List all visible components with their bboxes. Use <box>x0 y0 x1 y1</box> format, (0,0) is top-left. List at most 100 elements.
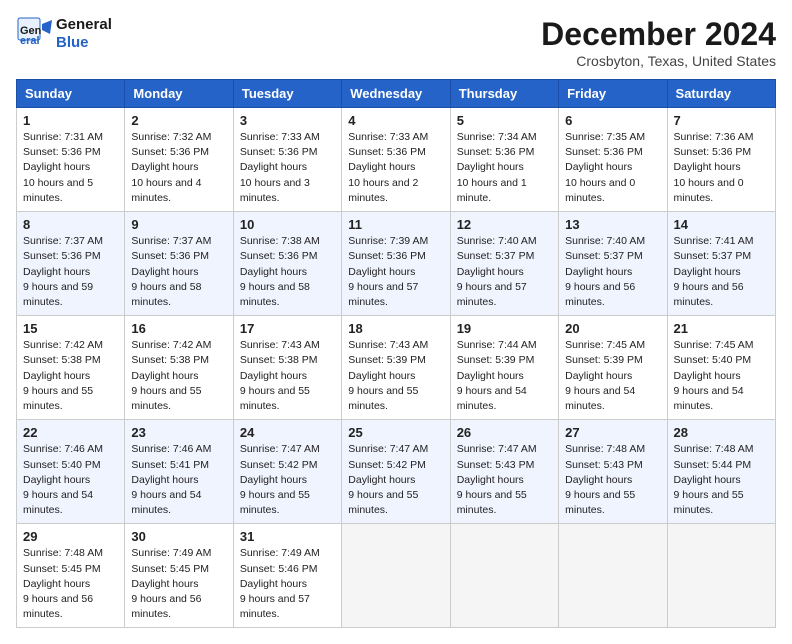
day-info: Sunrise: 7:33 AMSunset: 5:36 PMDaylight … <box>348 130 443 206</box>
day-info: Sunrise: 7:35 AMSunset: 5:36 PMDaylight … <box>565 130 660 206</box>
calendar-cell: 26 Sunrise: 7:47 AMSunset: 5:43 PMDayligh… <box>450 420 558 524</box>
calendar-cell: 14 Sunrise: 7:41 AMSunset: 5:37 PMDayligh… <box>667 212 775 316</box>
day-number: 9 <box>131 217 226 232</box>
calendar-week-row: 15Sunrise: 7:42 AMSunset: 5:38 PMDayligh… <box>17 316 776 420</box>
calendar-cell: 23 Sunrise: 7:46 AMSunset: 5:41 PMDayligh… <box>125 420 233 524</box>
month-title: December 2024 <box>541 16 776 53</box>
calendar-cell: 20Sunrise: 7:45 AMSunset: 5:39 PMDayligh… <box>559 316 667 420</box>
calendar-cell: 7 Sunrise: 7:36 AMSunset: 5:36 PMDaylight… <box>667 108 775 212</box>
day-number: 31 <box>240 529 335 544</box>
day-info: Sunrise: 7:44 AMSunset: 5:39 PMDaylight … <box>457 338 552 414</box>
day-number: 30 <box>131 529 226 544</box>
column-header-wednesday: Wednesday <box>342 80 450 108</box>
day-number: 8 <box>23 217 118 232</box>
calendar-cell: 4 Sunrise: 7:33 AMSunset: 5:36 PMDaylight… <box>342 108 450 212</box>
calendar-cell: 5 Sunrise: 7:34 AMSunset: 5:36 PMDaylight… <box>450 108 558 212</box>
calendar-cell: 29Sunrise: 7:48 AMSunset: 5:45 PMDayligh… <box>17 524 125 628</box>
day-number: 28 <box>674 425 769 440</box>
page-header: Gen eral General Blue December 2024 Cros… <box>16 16 776 69</box>
day-info: Sunrise: 7:36 AMSunset: 5:36 PMDaylight … <box>674 130 769 206</box>
day-number: 5 <box>457 113 552 128</box>
day-info: Sunrise: 7:43 AMSunset: 5:39 PMDaylight … <box>348 338 443 414</box>
day-info: Sunrise: 7:48 AMSunset: 5:44 PMDaylight … <box>674 442 769 518</box>
day-info: Sunrise: 7:42 AMSunset: 5:38 PMDaylight … <box>23 338 118 414</box>
day-info: Sunrise: 7:48 AMSunset: 5:45 PMDaylight … <box>23 546 118 622</box>
day-number: 12 <box>457 217 552 232</box>
calendar-cell: 25 Sunrise: 7:47 AMSunset: 5:42 PMDayligh… <box>342 420 450 524</box>
calendar-cell: 12Sunrise: 7:40 AMSunset: 5:37 PMDayligh… <box>450 212 558 316</box>
calendar-week-row: 1Sunrise: 7:31 AMSunset: 5:36 PMDaylight… <box>17 108 776 212</box>
calendar-table: SundayMondayTuesdayWednesdayThursdayFrid… <box>16 79 776 628</box>
calendar-cell: 2Sunrise: 7:32 AMSunset: 5:36 PMDaylight… <box>125 108 233 212</box>
day-info: Sunrise: 7:46 AMSunset: 5:40 PMDaylight … <box>23 442 118 518</box>
logo-blue: Blue <box>56 34 89 51</box>
day-number: 18 <box>348 321 443 336</box>
day-info: Sunrise: 7:46 AMSunset: 5:41 PMDaylight … <box>131 442 226 518</box>
column-header-sunday: Sunday <box>17 80 125 108</box>
calendar-cell: 13Sunrise: 7:40 AMSunset: 5:37 PMDayligh… <box>559 212 667 316</box>
calendar-cell <box>450 524 558 628</box>
calendar-cell: 6 Sunrise: 7:35 AMSunset: 5:36 PMDaylight… <box>559 108 667 212</box>
calendar-cell: 31Sunrise: 7:49 AMSunset: 5:46 PMDayligh… <box>233 524 341 628</box>
column-header-thursday: Thursday <box>450 80 558 108</box>
day-info: Sunrise: 7:42 AMSunset: 5:38 PMDaylight … <box>131 338 226 414</box>
calendar-cell: 27 Sunrise: 7:48 AMSunset: 5:43 PMDayligh… <box>559 420 667 524</box>
calendar-cell: 24 Sunrise: 7:47 AMSunset: 5:42 PMDayligh… <box>233 420 341 524</box>
calendar-cell <box>342 524 450 628</box>
day-info: Sunrise: 7:38 AMSunset: 5:36 PMDaylight … <box>240 234 335 310</box>
calendar-cell <box>667 524 775 628</box>
calendar-cell: 8 Sunrise: 7:37 AMSunset: 5:36 PMDaylight… <box>17 212 125 316</box>
day-number: 27 <box>565 425 660 440</box>
day-info: Sunrise: 7:32 AMSunset: 5:36 PMDaylight … <box>131 130 226 206</box>
column-header-monday: Monday <box>125 80 233 108</box>
day-info: Sunrise: 7:31 AMSunset: 5:36 PMDaylight … <box>23 130 118 206</box>
day-number: 7 <box>674 113 769 128</box>
day-number: 3 <box>240 113 335 128</box>
location: Crosbyton, Texas, United States <box>541 53 776 69</box>
day-number: 17 <box>240 321 335 336</box>
day-info: Sunrise: 7:37 AMSunset: 5:36 PMDaylight … <box>23 234 118 310</box>
title-block: December 2024 Crosbyton, Texas, United S… <box>541 16 776 69</box>
day-info: Sunrise: 7:34 AMSunset: 5:36 PMDaylight … <box>457 130 552 206</box>
day-number: 26 <box>457 425 552 440</box>
calendar-cell: 9 Sunrise: 7:37 AMSunset: 5:36 PMDaylight… <box>125 212 233 316</box>
calendar-week-row: 8 Sunrise: 7:37 AMSunset: 5:36 PMDaylight… <box>17 212 776 316</box>
day-info: Sunrise: 7:37 AMSunset: 5:36 PMDaylight … <box>131 234 226 310</box>
day-info: Sunrise: 7:33 AMSunset: 5:36 PMDaylight … <box>240 130 335 206</box>
day-info: Sunrise: 7:47 AMSunset: 5:42 PMDaylight … <box>348 442 443 518</box>
day-number: 16 <box>131 321 226 336</box>
calendar-cell: 1Sunrise: 7:31 AMSunset: 5:36 PMDaylight… <box>17 108 125 212</box>
calendar-cell: 28 Sunrise: 7:48 AMSunset: 5:44 PMDayligh… <box>667 420 775 524</box>
calendar-week-row: 29Sunrise: 7:48 AMSunset: 5:45 PMDayligh… <box>17 524 776 628</box>
svg-text:eral: eral <box>20 35 40 47</box>
calendar-cell: 19 Sunrise: 7:44 AMSunset: 5:39 PMDayligh… <box>450 316 558 420</box>
day-number: 19 <box>457 321 552 336</box>
day-number: 23 <box>131 425 226 440</box>
day-number: 14 <box>674 217 769 232</box>
calendar-cell: 10 Sunrise: 7:38 AMSunset: 5:36 PMDayligh… <box>233 212 341 316</box>
day-info: Sunrise: 7:48 AMSunset: 5:43 PMDaylight … <box>565 442 660 518</box>
calendar-cell: 22Sunrise: 7:46 AMSunset: 5:40 PMDayligh… <box>17 420 125 524</box>
day-info: Sunrise: 7:43 AMSunset: 5:38 PMDaylight … <box>240 338 335 414</box>
calendar-cell: 30 Sunrise: 7:49 AMSunset: 5:45 PMDayligh… <box>125 524 233 628</box>
column-header-saturday: Saturday <box>667 80 775 108</box>
day-number: 24 <box>240 425 335 440</box>
day-info: Sunrise: 7:40 AMSunset: 5:37 PMDaylight … <box>565 234 660 310</box>
day-info: Sunrise: 7:47 AMSunset: 5:43 PMDaylight … <box>457 442 552 518</box>
calendar-cell: 16 Sunrise: 7:42 AMSunset: 5:38 PMDayligh… <box>125 316 233 420</box>
day-info: Sunrise: 7:45 AMSunset: 5:40 PMDaylight … <box>674 338 769 414</box>
day-number: 10 <box>240 217 335 232</box>
day-info: Sunrise: 7:49 AMSunset: 5:45 PMDaylight … <box>131 546 226 622</box>
logo-icon: Gen eral <box>16 16 52 52</box>
calendar-cell: 21Sunrise: 7:45 AMSunset: 5:40 PMDayligh… <box>667 316 775 420</box>
calendar-cell: 17 Sunrise: 7:43 AMSunset: 5:38 PMDayligh… <box>233 316 341 420</box>
calendar-cell: 3 Sunrise: 7:33 AMSunset: 5:36 PMDaylight… <box>233 108 341 212</box>
day-number: 25 <box>348 425 443 440</box>
day-info: Sunrise: 7:41 AMSunset: 5:37 PMDaylight … <box>674 234 769 310</box>
calendar-cell: 11Sunrise: 7:39 AMSunset: 5:36 PMDayligh… <box>342 212 450 316</box>
calendar-cell: 18 Sunrise: 7:43 AMSunset: 5:39 PMDayligh… <box>342 316 450 420</box>
day-number: 4 <box>348 113 443 128</box>
day-info: Sunrise: 7:47 AMSunset: 5:42 PMDaylight … <box>240 442 335 518</box>
day-number: 6 <box>565 113 660 128</box>
calendar-cell <box>559 524 667 628</box>
